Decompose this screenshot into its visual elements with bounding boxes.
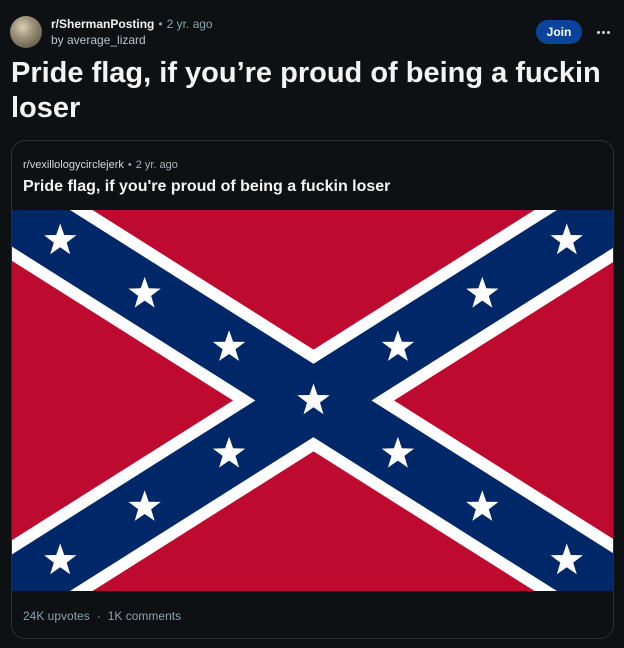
crosspost-time: 2 yr. ago xyxy=(135,159,178,171)
ellipsis-icon[interactable] xyxy=(592,21,614,43)
subreddit-link[interactable]: r/ShermanPosting xyxy=(51,17,154,31)
meta-separator: • xyxy=(158,17,163,31)
author-byline[interactable]: by average_lizard xyxy=(51,33,213,47)
post-image[interactable] xyxy=(12,210,613,591)
subreddit-avatar[interactable] xyxy=(10,16,42,48)
post-header: r/ShermanPosting • 2 yr. ago by average_… xyxy=(10,14,614,50)
crosspost-footer: 24K upvotes · 1K comments xyxy=(23,609,181,623)
crosspost-title[interactable]: Pride flag, if you're proud of being a f… xyxy=(23,178,390,196)
flag-image xyxy=(12,210,613,591)
crosspost-subreddit[interactable]: r/vexillologycirclejerk xyxy=(23,159,124,171)
join-button[interactable]: Join xyxy=(536,20,582,44)
crosspost-meta: r/vexillologycirclejerk • 2 yr. ago xyxy=(23,159,178,171)
upvote-count[interactable]: 24K upvotes xyxy=(23,609,90,623)
comment-count[interactable]: 1K comments xyxy=(108,609,181,623)
post-meta: r/ShermanPosting • 2 yr. ago by average_… xyxy=(51,17,213,47)
post-time: 2 yr. ago xyxy=(166,17,213,31)
post-title: Pride flag, if you’re proud of being a f… xyxy=(11,57,601,124)
crosspost-card[interactable]: r/vexillologycirclejerk • 2 yr. ago Prid… xyxy=(11,140,614,639)
post-meta-top: r/ShermanPosting • 2 yr. ago xyxy=(51,17,213,31)
footer-separator: · xyxy=(96,609,101,623)
header-actions: Join xyxy=(536,20,614,44)
crosspost-separator: • xyxy=(127,159,132,171)
